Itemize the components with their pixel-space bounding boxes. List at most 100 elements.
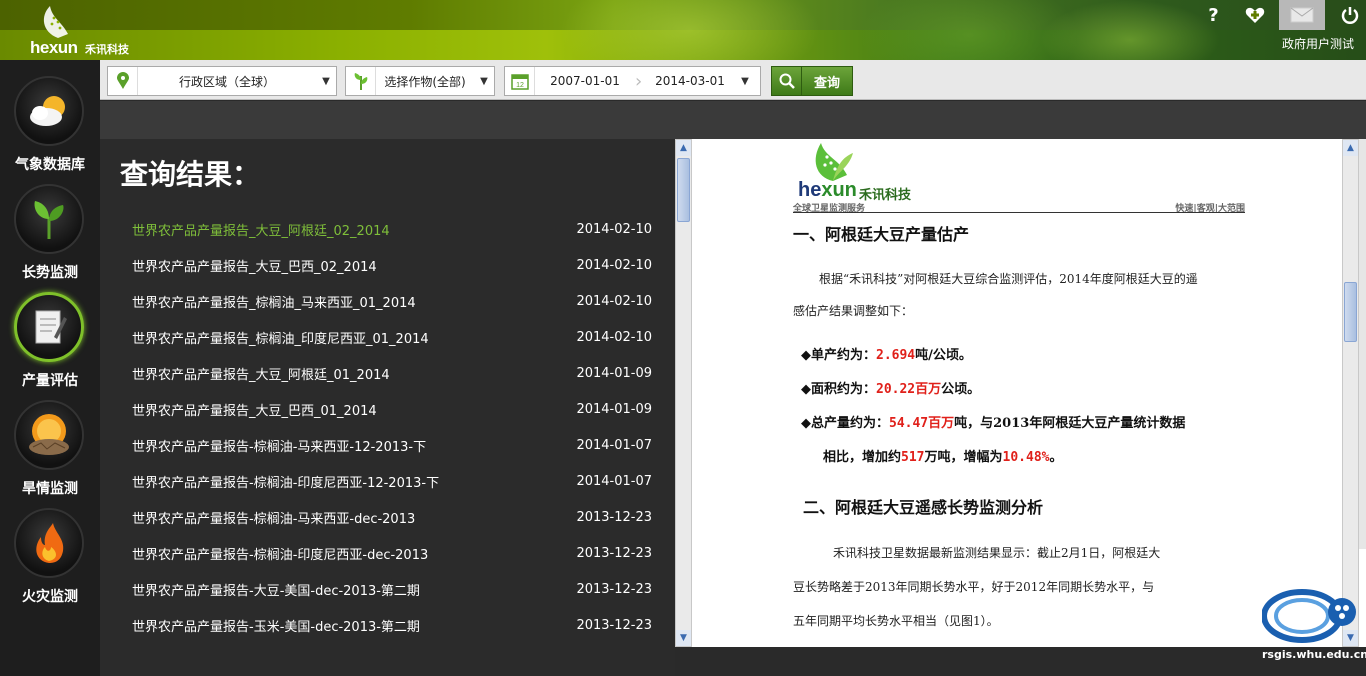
sidebar-label: 火灾监测: [22, 589, 78, 605]
logo-text-a: he: [798, 179, 822, 201]
result-row[interactable]: 世界农产品产量报告_大豆_巴西_02_2014 2014-02-10: [132, 247, 652, 283]
help-button[interactable]: ?: [1197, 0, 1230, 30]
document-heading-2: 二、阿根廷大豆遥感长势监测分析: [803, 498, 1044, 517]
right-scrollbar[interactable]: ▲ ▼: [1342, 139, 1359, 647]
result-date: 2014-01-07: [576, 437, 652, 453]
crop-select[interactable]: 选择作物(全部) ▼: [345, 66, 495, 96]
favorite-button[interactable]: [1238, 0, 1271, 30]
result-date: 2014-01-09: [576, 365, 652, 381]
scroll-thumb[interactable]: [1344, 282, 1357, 342]
watermark-logo-icon: [1261, 589, 1356, 643]
result-title[interactable]: 世界农产品产量报告_棕榈油_印度尼西亚_01_2014: [132, 328, 429, 347]
result-row[interactable]: 世界农产品产量报告-棕榈油-马来西亚-12-2013-下 2014-01-07: [132, 427, 652, 463]
document-paragraph: 豆长势略差于2013年同期长势水平，好于2012年同期长势水平，与: [793, 571, 1154, 603]
result-row[interactable]: 世界农产品产量报告_棕榈油_印度尼西亚_01_2014 2014-02-10: [132, 319, 652, 355]
drought-icon: [29, 414, 69, 455]
app-logo[interactable]: hexun 禾讯科技: [30, 4, 140, 58]
bullet-text: 万吨，增幅为: [924, 450, 1003, 465]
document-logo-text: hexun: [798, 179, 857, 202]
region-select[interactable]: 行政区域（全球） ▼: [107, 66, 337, 96]
bullet-label: ◆单产约为：: [801, 348, 876, 363]
result-title[interactable]: 世界农产品产量报告-玉米-美国-dec-2013-第二期: [132, 616, 420, 635]
header-decor: [560, 0, 820, 60]
result-row[interactable]: 世界农产品产量报告-棕榈油-马来西亚-dec-2013 2013-12-23: [132, 499, 652, 535]
result-row[interactable]: 世界农产品产量报告-棕榈油-印度尼西亚-12-2013-下 2014-01-07: [132, 463, 652, 499]
result-title[interactable]: 世界农产品产量报告-棕榈油-马来西亚-dec-2013: [132, 508, 415, 527]
logo-text: hexun: [30, 38, 78, 57]
result-title[interactable]: 世界农产品产量报告_大豆_阿根廷_02_2014: [132, 220, 390, 239]
date-range[interactable]: 12 2007-01-01 › 2014-03-01 ▼: [504, 66, 761, 96]
result-row[interactable]: 世界农产品产量报告_大豆_巴西_01_2014 2014-01-09: [132, 391, 652, 427]
watermark: rsgis.whu.edu.cn: [1261, 588, 1366, 668]
result-title[interactable]: 世界农产品产量报告_棕榈油_马来西亚_01_2014: [132, 292, 416, 311]
result-title[interactable]: 世界农产品产量报告-棕榈油-马来西亚-12-2013-下: [132, 436, 426, 455]
heart-plus-icon: [1245, 7, 1264, 23]
result-date: 2014-02-10: [576, 293, 652, 309]
sidebar-icon-circle: [14, 292, 84, 362]
result-row[interactable]: 世界农产品产量报告_大豆_阿根廷_02_2014 2014-02-10: [132, 211, 652, 247]
bullet-value: 10.48%: [1002, 450, 1050, 465]
mail-button[interactable]: [1279, 0, 1325, 30]
bullet-total-line2: 相比，增加约517万吨，增幅为10.48%。: [823, 441, 1063, 475]
result-title[interactable]: 世界农产品产量报告-棕榈油-印度尼西亚-dec-2013: [132, 544, 428, 563]
result-row[interactable]: 世界农产品产量报告_棕榈油_马来西亚_01_2014 2014-02-10: [132, 283, 652, 319]
weather-icon: [30, 96, 65, 126]
sidebar-item-fire[interactable]: 火灾监测: [0, 492, 100, 605]
document-paragraph: 根据“禾讯科技”对阿根廷大豆综合监测评估，2014年度阿根廷大豆的遥: [793, 263, 1198, 295]
sidebar-icon-circle: [14, 508, 84, 578]
paragraph-line: 感估产结果调整如下：: [793, 304, 914, 318]
document-paragraph: 感估产结果调整如下：: [793, 295, 913, 327]
result-row[interactable]: 世界农产品产量报告-大豆-美国-dec-2013-第二期 2013-12-23: [132, 571, 652, 607]
result-title[interactable]: 世界农产品产量报告_大豆_巴西_02_2014: [132, 256, 377, 275]
document-logo-cn: 禾讯科技: [859, 188, 912, 203]
result-date: 2014-02-10: [576, 221, 652, 237]
query-button[interactable]: 查询: [771, 66, 853, 96]
bullet-label: ◆总产量约为：: [801, 416, 889, 431]
bullet-unit: 公顷。: [941, 382, 981, 397]
bullet-text: 相比，增加约: [823, 450, 902, 465]
user-name[interactable]: 政府用户测试: [1282, 35, 1354, 52]
bullet-value: 517: [901, 450, 925, 465]
filter-toolbar: 行政区域（全球） ▼ 选择作物(全部) ▼ 12 2007-01-01 › 20…: [100, 60, 1366, 100]
sidebar: 气象数据库 长势监测 产量评估 旱情监测 火灾监测: [0, 60, 100, 676]
chevron-down-icon: ▼: [322, 75, 330, 87]
date-end-input[interactable]: 2014-03-01: [645, 74, 735, 88]
result-row[interactable]: 世界农产品产量报告-玉米-美国-dec-2013-第二期 2013-12-23: [132, 607, 652, 643]
sidebar-item-drought[interactable]: 旱情监测: [0, 384, 100, 497]
result-row[interactable]: 世界农产品产量报告-棕榈油-印度尼西亚-dec-2013 2013-12-23: [132, 535, 652, 571]
result-date: 2013-12-23: [576, 581, 652, 597]
scroll-up-icon[interactable]: ▲: [676, 140, 691, 156]
power-button[interactable]: [1333, 0, 1366, 30]
result-title[interactable]: 世界农产品产量报告_大豆_阿根廷_01_2014: [132, 364, 390, 383]
sidebar-icon-circle: [14, 184, 84, 254]
chevron-down-icon: ▼: [480, 75, 488, 87]
scroll-down-icon[interactable]: ▼: [676, 630, 691, 646]
result-date: 2013-12-23: [576, 545, 652, 561]
bullet-label: ◆面积约为：: [801, 382, 876, 397]
bullet-unit: 吨，与2013年阿根廷大豆产量统计数据: [954, 416, 1186, 431]
logo-text-b: xun: [821, 179, 857, 201]
result-date: 2014-01-07: [576, 473, 652, 489]
bullet-yield: ◆单产约为：2.694吨/公顷。: [801, 339, 972, 373]
document-logo-leaf-icon: [815, 143, 853, 181]
result-row[interactable]: 世界农产品产量报告_大豆_阿根廷_01_2014 2014-01-09: [132, 355, 652, 391]
result-title[interactable]: 世界农产品产量报告-大豆-美国-dec-2013-第二期: [132, 580, 420, 599]
paragraph-line: 豆长势略差于2013年同期长势水平，好于2012年同期长势水平，与: [793, 580, 1155, 594]
paragraph-line: 五年同期平均长势水平相当（见图1）。: [793, 614, 999, 628]
result-title[interactable]: 世界农产品产量报告-棕榈油-印度尼西亚-12-2013-下: [132, 472, 439, 491]
date-start-input[interactable]: 2007-01-01: [535, 74, 635, 88]
mail-icon: [1290, 7, 1314, 23]
sidebar-icon-circle: [14, 400, 84, 470]
scroll-up-icon[interactable]: ▲: [1343, 140, 1358, 156]
scroll-thumb[interactable]: [677, 158, 690, 222]
chevron-right-icon: ›: [635, 70, 643, 92]
location-pin-icon: [108, 67, 138, 95]
fire-icon: [36, 523, 64, 563]
result-title[interactable]: 世界农产品产量报告_大豆_巴西_01_2014: [132, 400, 377, 419]
bullet-unit: 吨/公顷。: [915, 348, 972, 363]
sidebar-item-yield[interactable]: 产量评估: [0, 276, 100, 389]
sidebar-item-weather[interactable]: 气象数据库: [0, 60, 100, 173]
left-scrollbar[interactable]: ▲ ▼: [675, 139, 692, 647]
sidebar-item-growth[interactable]: 长势监测: [0, 168, 100, 281]
results-title: 查询结果：: [120, 158, 261, 191]
